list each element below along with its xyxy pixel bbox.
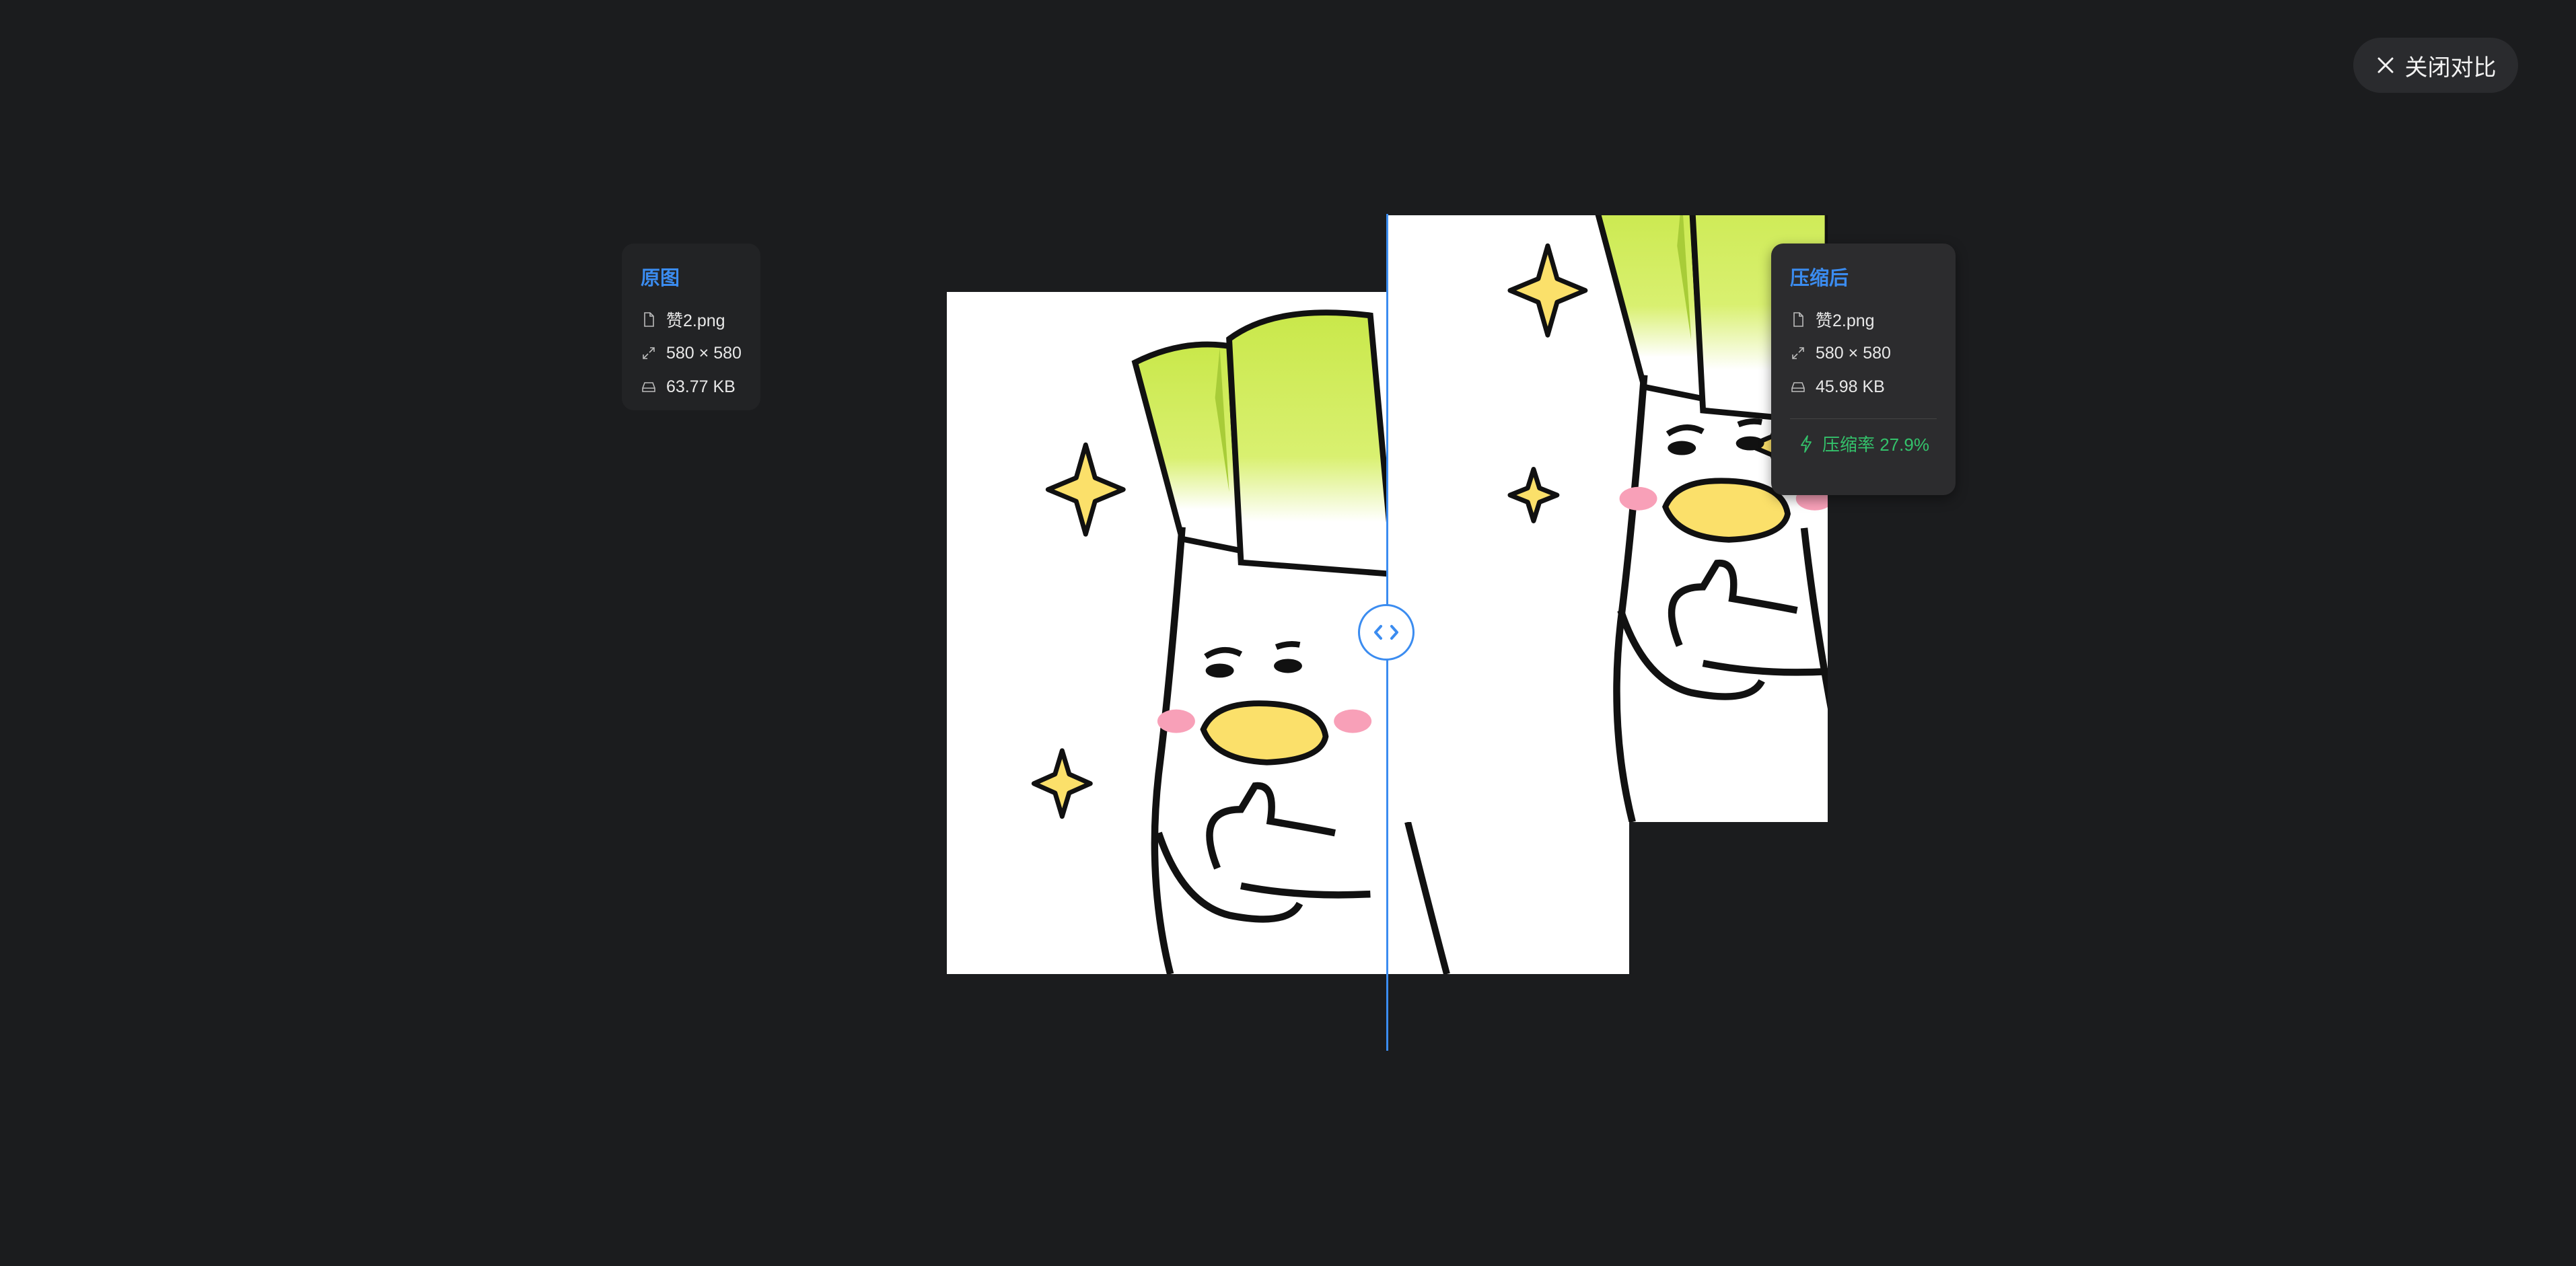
original-dimensions: 580 × 580 [666,343,742,363]
chevron-left-right-icon [1374,625,1398,640]
compressed-info-card: 压缩后 赞2.png 580 × 580 45.98 KB 压缩率 27.9% [1771,244,1956,495]
file-icon [1793,312,1803,327]
original-size-row: 63.77 KB [641,370,742,404]
original-filename-row: 赞2.png [641,303,742,336]
close-icon [2377,57,2393,73]
expand-icon [1792,347,1804,359]
original-dimensions-row: 580 × 580 [641,336,742,370]
compressed-title: 压缩后 [1790,268,1849,289]
leek-character-illustration-compressed [1388,215,1828,822]
hard-drive-icon [1791,382,1805,392]
lightning-icon [1801,435,1812,453]
expand-icon [643,347,655,359]
compressed-image-lower [1388,822,1629,974]
compressed-filename: 赞2.png [1816,311,1875,330]
original-filename: 赞2.png [666,311,725,330]
original-info-card: 原图 赞2.png 580 × 580 63.77 KB [622,244,760,410]
original-title: 原图 [641,268,680,289]
comparison-stage: 原图 赞2.png 580 × 580 63.77 KB 压缩后 赞2.png … [0,0,2576,1266]
info-separator [1790,418,1937,419]
compressed-size: 45.98 KB [1816,377,1885,396]
compressed-dimensions-row: 580 × 580 [1790,336,1937,370]
compressed-size-row: 45.98 KB [1790,370,1937,404]
original-size: 63.77 KB [666,377,736,396]
compression-ratio-text: 压缩率 27.9% [1822,435,1929,455]
compressed-dimensions: 580 × 580 [1816,343,1891,363]
hard-drive-icon [642,382,655,392]
close-compare-label: 关闭对比 [2404,54,2497,81]
close-compare-button[interactable]: 关闭对比 [2353,38,2518,93]
file-icon [644,312,654,327]
compressed-filename-row: 赞2.png [1790,303,1937,336]
comparison-slider-handle[interactable] [1358,604,1415,661]
compression-ratio: 压缩率 27.9% [1790,431,1937,456]
